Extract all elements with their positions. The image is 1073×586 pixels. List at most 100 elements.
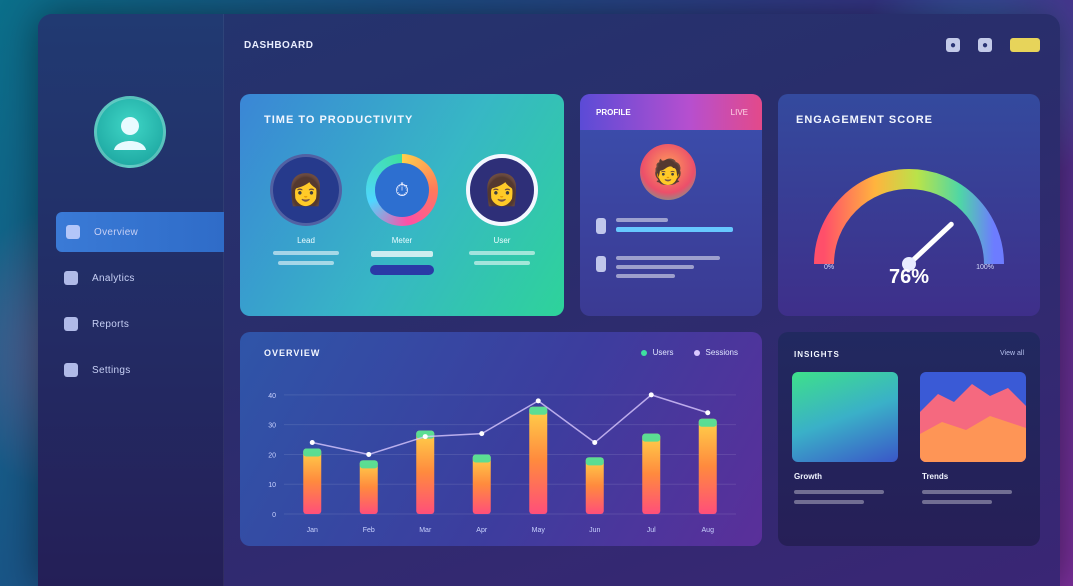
time-to-productivity-card: TIME TO PRODUCTIVITY 👩 Lead ⏱ Meter 👩 Us… xyxy=(240,94,564,316)
bar-users[interactable] xyxy=(642,433,661,514)
topbar-actions: ● ● xyxy=(946,38,1040,52)
y-tick-label: 20 xyxy=(268,452,276,459)
bar-users[interactable] xyxy=(698,418,717,514)
card-header: PROFILE LIVE xyxy=(580,94,762,130)
bar-users[interactable] xyxy=(359,460,378,514)
sidebar-item-overview[interactable]: Overview xyxy=(56,212,224,252)
detail-line xyxy=(794,490,884,494)
point-sessions[interactable] xyxy=(309,440,315,446)
live-badge: LIVE xyxy=(730,108,748,117)
person-lead[interactable]: 👩 Lead xyxy=(266,154,346,265)
sidebar-item-settings[interactable]: Settings xyxy=(38,350,224,390)
timer-icon: ⏱ xyxy=(375,163,429,217)
topbar: DASHBOARD ● ● xyxy=(224,14,1060,78)
app-window: Overview Analytics Reports Settings DASHBOA… xyxy=(38,14,1060,586)
grid-icon xyxy=(64,271,78,285)
user-icon[interactable]: ● xyxy=(978,38,992,52)
progress-line xyxy=(616,227,733,232)
point-sessions[interactable] xyxy=(422,434,428,440)
bar-cap xyxy=(303,448,322,457)
insights-card: INSIGHTS View all Growth Trends xyxy=(778,332,1040,546)
gauge-value: 76% xyxy=(888,266,930,288)
list-item[interactable] xyxy=(596,256,746,283)
bar-users[interactable] xyxy=(529,406,548,514)
avatar[interactable]: 🧑 xyxy=(640,144,696,200)
sidebar-item-label: Reports xyxy=(92,318,130,330)
y-tick-label: 0 xyxy=(272,512,276,519)
bar-users[interactable] xyxy=(585,457,604,514)
bar-cap xyxy=(585,457,604,466)
sidebar-nav: Overview Analytics Reports Settings xyxy=(38,212,224,396)
person-name: Lead xyxy=(297,236,315,245)
thumbnail-trends[interactable] xyxy=(920,372,1026,462)
x-tick-label: Mar xyxy=(419,527,432,534)
profile-card: PROFILE LIVE 🧑 xyxy=(580,94,762,316)
point-sessions[interactable] xyxy=(535,398,541,404)
point-sessions[interactable] xyxy=(366,451,372,457)
x-tick-label: Jun xyxy=(589,527,600,534)
user-avatar[interactable] xyxy=(94,96,166,168)
bell-icon[interactable]: ● xyxy=(946,38,960,52)
bar-cap xyxy=(359,460,378,469)
x-tick-label: Apr xyxy=(476,527,488,534)
bar-chart: 0 10 20 30 40 Jan Feb Mar Apr May Jun Jul Aug xyxy=(268,392,736,534)
chart-icon xyxy=(64,317,78,331)
person-emoji: 👩 xyxy=(483,173,521,207)
action-pill[interactable] xyxy=(370,265,434,275)
x-tick-label: Jul xyxy=(647,527,656,534)
sidebar-item-label: Overview xyxy=(94,226,139,238)
y-tick-label: 10 xyxy=(268,482,276,489)
bar-users[interactable] xyxy=(472,454,491,514)
card-title: TIME TO PRODUCTIVITY xyxy=(264,114,414,126)
avatar: 👩 xyxy=(270,154,342,226)
sidebar: Overview Analytics Reports Settings xyxy=(38,14,224,586)
legend-dot xyxy=(693,349,700,356)
person-meter[interactable]: ⏱ Meter xyxy=(362,154,442,275)
legend-label: Sessions xyxy=(705,348,738,357)
view-all-link[interactable]: View all xyxy=(1000,350,1024,357)
bar-cap xyxy=(472,454,491,463)
thumbnail-label: Trends xyxy=(922,472,949,481)
card-title: INSIGHTS xyxy=(794,350,840,359)
phone-icon xyxy=(596,218,606,234)
detail-line xyxy=(469,251,535,255)
page-title: DASHBOARD xyxy=(244,40,314,51)
x-tick-label: May xyxy=(532,527,546,534)
point-sessions[interactable] xyxy=(648,392,654,398)
bar-cap xyxy=(529,406,548,415)
point-sessions[interactable] xyxy=(592,440,598,446)
gauge-arc xyxy=(814,169,1004,265)
list-item[interactable] xyxy=(596,218,746,237)
legend-item[interactable]: Users xyxy=(640,348,674,357)
avatar: 👩 xyxy=(466,154,538,226)
detail-line xyxy=(371,251,433,257)
meter-emoji: ⏱ xyxy=(394,179,410,200)
point-sessions[interactable] xyxy=(705,410,711,416)
sidebar-item-analytics[interactable]: Analytics xyxy=(38,258,224,298)
status-badge[interactable] xyxy=(1010,38,1040,52)
detail-line xyxy=(922,500,992,504)
sidebar-item-reports[interactable]: Reports xyxy=(38,304,224,344)
detail-line xyxy=(278,261,334,265)
person-user[interactable]: 👩 User xyxy=(462,154,542,265)
bar-users[interactable] xyxy=(303,448,322,514)
card-title: PROFILE xyxy=(596,108,631,117)
thumbnail-growth[interactable] xyxy=(792,372,898,462)
needle-line xyxy=(906,221,954,267)
legend-item[interactable]: Sessions xyxy=(693,348,738,357)
detail-line xyxy=(794,500,864,504)
bar-users[interactable] xyxy=(416,430,435,514)
card-title: ENGAGEMENT SCORE xyxy=(796,114,934,126)
bar-cap xyxy=(698,418,717,427)
point-sessions[interactable] xyxy=(479,431,485,437)
file-icon xyxy=(66,225,80,239)
y-tick-label: 30 xyxy=(268,423,276,430)
detail-line xyxy=(474,261,530,265)
bar-cap xyxy=(642,433,661,442)
x-tick-label: Jan xyxy=(307,527,318,534)
legend-label: Users xyxy=(652,348,674,357)
x-tick-label: Aug xyxy=(702,527,715,534)
detail-line xyxy=(616,218,668,222)
sidebar-item-label: Analytics xyxy=(92,272,135,284)
thumbnail-label: Growth xyxy=(794,472,822,481)
